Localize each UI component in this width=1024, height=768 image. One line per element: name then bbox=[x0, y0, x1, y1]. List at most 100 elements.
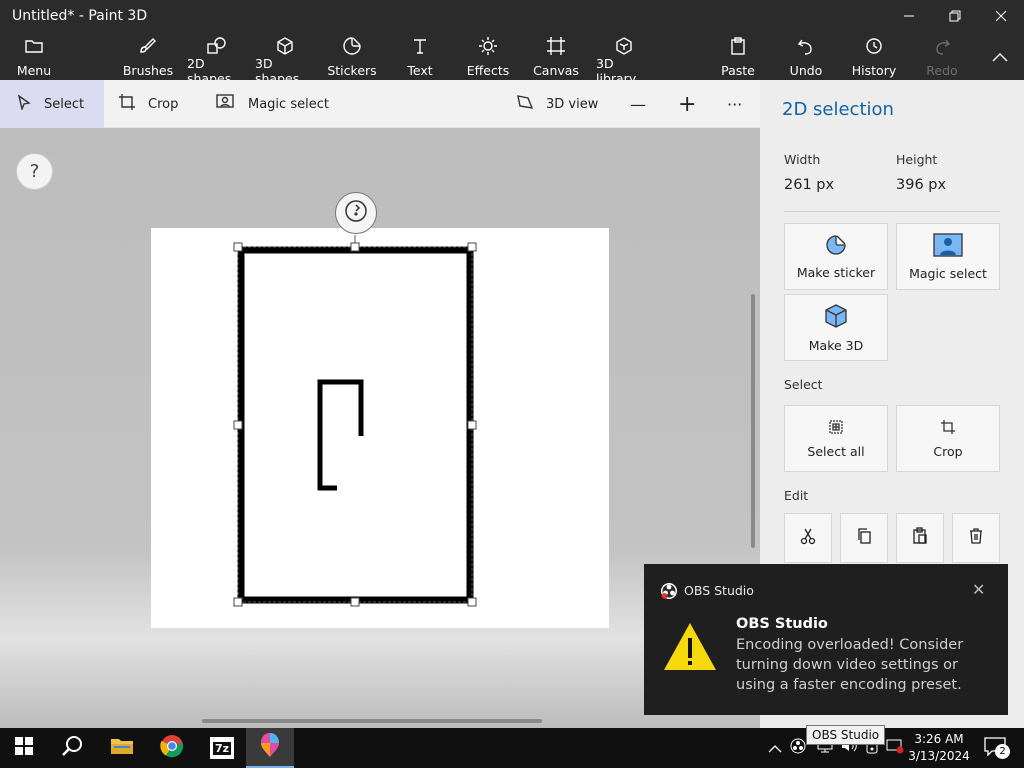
collapse-ribbon-button[interactable] bbox=[988, 36, 1012, 78]
3d-view-button[interactable]: 3D view bbox=[516, 80, 598, 128]
title-bar: Untitled* - Paint 3D bbox=[0, 0, 1024, 32]
height-label: Height bbox=[896, 152, 938, 167]
magic-select-icon bbox=[216, 93, 236, 115]
brushes-button[interactable]: Brushes bbox=[122, 36, 174, 78]
more-icon: ··· bbox=[727, 94, 743, 114]
text-button[interactable]: Text bbox=[400, 36, 440, 78]
tray-obs[interactable] bbox=[788, 728, 808, 768]
chevron-up-icon bbox=[768, 739, 782, 758]
menu-button[interactable]: Menu bbox=[14, 36, 54, 78]
width-value[interactable]: 261 px bbox=[784, 177, 834, 193]
3d-library-button[interactable]: 3D library bbox=[596, 36, 652, 86]
tray-tooltip: OBS Studio bbox=[806, 725, 886, 745]
delete-button[interactable] bbox=[952, 513, 1000, 563]
redo-label: Redo bbox=[926, 63, 958, 78]
effects-label: Effects bbox=[466, 63, 510, 78]
zoom-in-button[interactable]: + bbox=[678, 80, 696, 128]
taskbar-file-explorer[interactable] bbox=[98, 728, 146, 768]
toast-app-name: OBS Studio bbox=[684, 583, 754, 598]
7zip-icon: 7z bbox=[210, 737, 234, 759]
scissors-icon bbox=[800, 527, 816, 549]
magic-select-label: Magic select bbox=[248, 96, 329, 112]
crop-label: Crop bbox=[148, 96, 179, 112]
make-3d-button[interactable]: Make 3D bbox=[784, 294, 888, 361]
magic-select-tool[interactable]: Magic select bbox=[216, 80, 329, 128]
chrome-icon bbox=[160, 734, 184, 762]
effects-button[interactable]: Effects bbox=[466, 36, 510, 78]
rotate-handle[interactable] bbox=[335, 192, 377, 234]
height-value[interactable]: 396 px bbox=[896, 177, 946, 193]
width-label: Width bbox=[784, 152, 821, 167]
ribbon: Menu Brushes 2D shapes 3D shapes Sticker… bbox=[0, 32, 1024, 86]
select-all-button[interactable]: Select all bbox=[784, 405, 888, 472]
notification-center-button[interactable]: 2 bbox=[980, 728, 1010, 768]
sun-icon bbox=[478, 36, 498, 56]
cube-icon bbox=[275, 36, 295, 56]
search-icon bbox=[61, 735, 83, 761]
resize-handles bbox=[233, 242, 477, 607]
copy-button[interactable] bbox=[840, 513, 888, 563]
taskbar-7zip[interactable]: 7z bbox=[198, 728, 246, 768]
3d-view-icon bbox=[516, 93, 534, 115]
magic-select-panel-button[interactable]: Magic select bbox=[896, 223, 1000, 290]
make-sticker-button[interactable]: Make sticker bbox=[784, 223, 888, 290]
stickers-button[interactable]: Stickers bbox=[327, 36, 377, 78]
select-heading: Select bbox=[784, 377, 823, 392]
3d-shapes-button[interactable]: 3D shapes bbox=[255, 36, 315, 86]
copy-icon bbox=[856, 527, 872, 549]
2d-shapes-button[interactable]: 2D shapes bbox=[187, 36, 247, 86]
crop-icon bbox=[940, 419, 956, 438]
crop-tool[interactable]: Crop bbox=[118, 80, 178, 128]
windows-icon bbox=[15, 737, 33, 759]
taskbar-paint3d[interactable] bbox=[246, 728, 294, 768]
plus-icon: + bbox=[678, 91, 697, 117]
select-tool[interactable]: Select bbox=[0, 80, 104, 128]
tray-security[interactable] bbox=[884, 728, 906, 768]
obs-icon bbox=[790, 738, 806, 758]
notification-toast[interactable]: OBS Studio ✕ OBS Studio Encoding overloa… bbox=[644, 564, 1008, 715]
clipboard-icon bbox=[728, 36, 748, 56]
paste-button[interactable]: Paste bbox=[720, 36, 756, 78]
history-icon bbox=[864, 36, 884, 56]
taskbar-chrome[interactable] bbox=[148, 728, 196, 768]
history-label: History bbox=[851, 63, 897, 78]
horizontal-scrollbar[interactable] bbox=[202, 719, 542, 723]
clipboard-icon bbox=[912, 527, 928, 549]
magic-select-panel-label: Magic select bbox=[909, 265, 987, 281]
7zip-label: 7z bbox=[212, 741, 232, 755]
vertical-scrollbar[interactable] bbox=[751, 294, 755, 548]
date: 3/13/2024 bbox=[908, 749, 970, 763]
zoom-out-button[interactable]: — bbox=[630, 80, 646, 128]
paste-panel-button[interactable] bbox=[896, 513, 944, 563]
history-button[interactable]: History bbox=[852, 36, 896, 78]
rotate-icon bbox=[342, 197, 370, 229]
more-options-button[interactable]: ··· bbox=[727, 80, 742, 128]
chevron-up-icon bbox=[991, 47, 1009, 67]
redo-button[interactable]: Redo bbox=[924, 36, 960, 78]
brush-icon bbox=[138, 36, 158, 56]
close-button[interactable] bbox=[978, 0, 1024, 32]
clock[interactable]: 3:26 AM 3/13/2024 bbox=[908, 731, 970, 765]
screen-alert-icon bbox=[886, 738, 904, 758]
undo-button[interactable]: Undo bbox=[788, 36, 824, 78]
2d-shapes-icon bbox=[206, 36, 228, 56]
crop-panel-button[interactable]: Crop bbox=[896, 405, 1000, 472]
toast-close-button[interactable]: ✕ bbox=[972, 580, 985, 599]
minimize-button[interactable] bbox=[886, 0, 932, 32]
drawn-rectangle bbox=[237, 246, 474, 604]
warning-icon bbox=[662, 620, 718, 676]
crop-panel-label: Crop bbox=[933, 443, 963, 459]
sticker-icon bbox=[342, 36, 362, 56]
start-button[interactable] bbox=[0, 728, 48, 768]
undo-label: Undo bbox=[789, 63, 823, 78]
show-hidden-icons-button[interactable] bbox=[764, 728, 786, 768]
brushes-label: Brushes bbox=[122, 63, 174, 78]
drawn-bracket bbox=[317, 379, 364, 490]
select-label: Select bbox=[44, 96, 85, 112]
canvas-button[interactable]: Canvas bbox=[533, 36, 579, 78]
cut-button[interactable] bbox=[784, 513, 832, 563]
minus-icon: — bbox=[630, 94, 646, 114]
search-button[interactable] bbox=[48, 728, 96, 768]
crop-icon bbox=[118, 93, 136, 115]
restore-button[interactable] bbox=[932, 0, 978, 32]
